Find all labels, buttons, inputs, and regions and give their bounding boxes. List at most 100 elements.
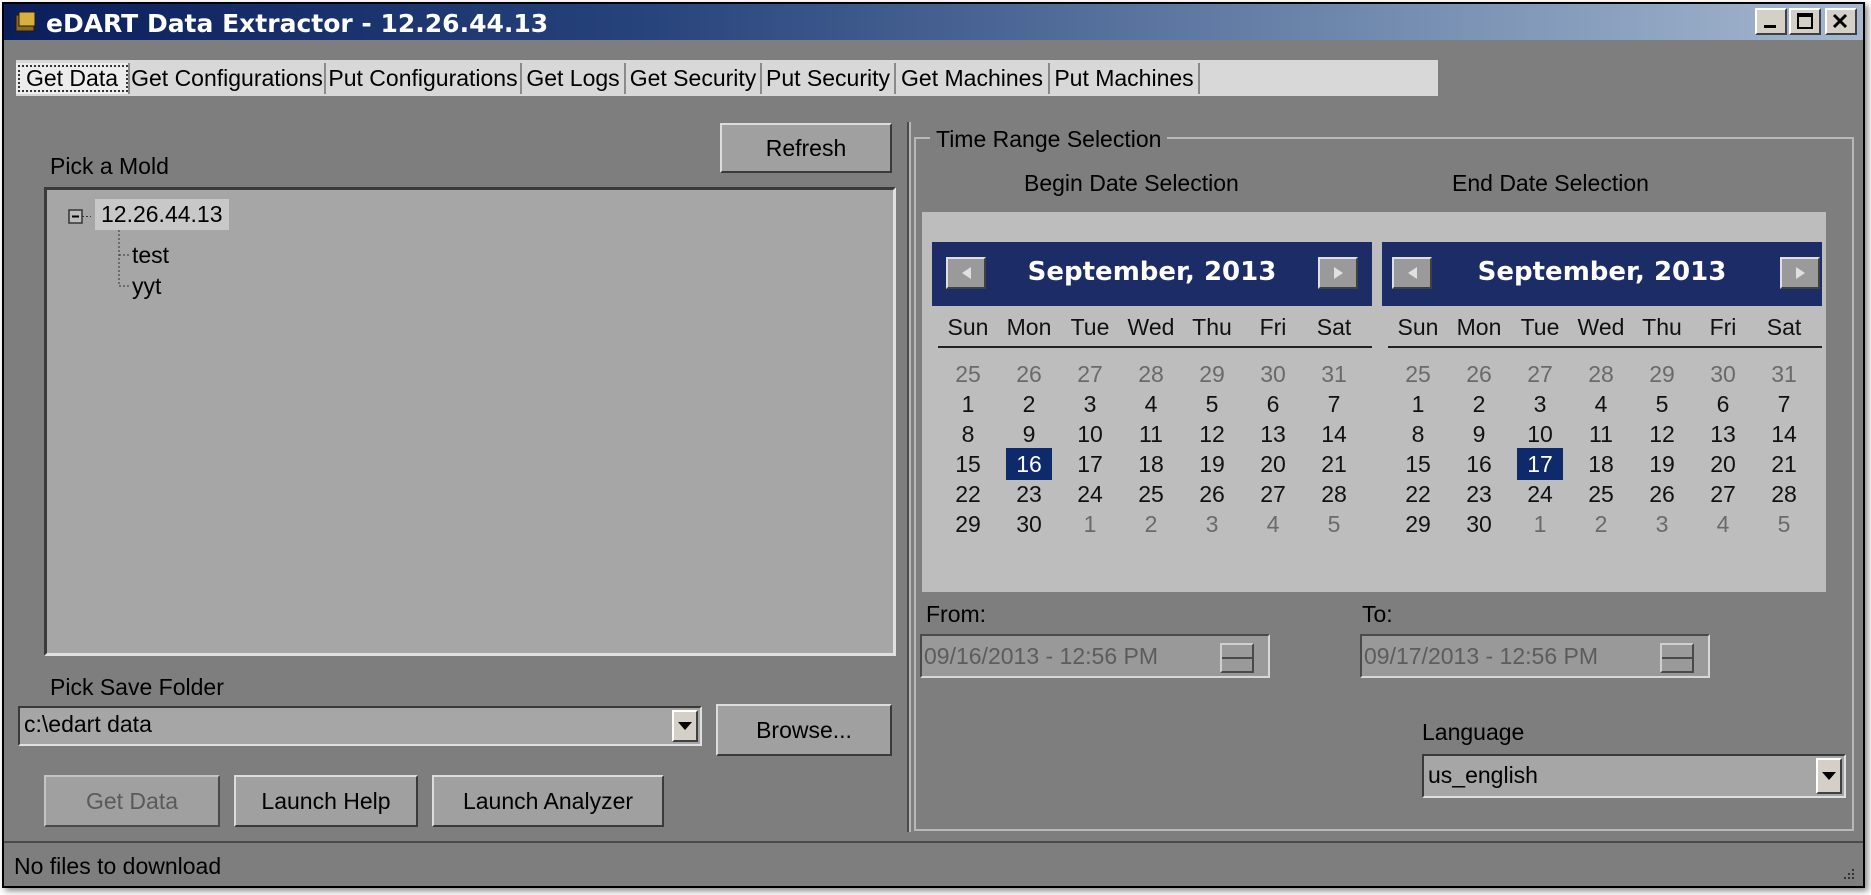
calendar-day[interactable]: 25 <box>945 358 991 390</box>
next-month-button[interactable] <box>1780 257 1820 289</box>
calendar-day[interactable]: 7 <box>1311 388 1357 420</box>
calendar-day[interactable]: 24 <box>1067 478 1113 510</box>
calendar-day[interactable]: 6 <box>1250 388 1296 420</box>
calendar-day[interactable]: 28 <box>1128 358 1174 390</box>
calendar-day[interactable]: 5 <box>1311 508 1357 540</box>
calendar-day[interactable]: 5 <box>1189 388 1235 420</box>
calendar-day[interactable]: 26 <box>1006 358 1052 390</box>
calendar-day[interactable]: 19 <box>1639 448 1685 480</box>
calendar-day-selected[interactable]: 17 <box>1517 448 1563 480</box>
calendar-day[interactable]: 21 <box>1311 448 1357 480</box>
calendar-day[interactable]: 14 <box>1311 418 1357 450</box>
calendar-day[interactable]: 27 <box>1067 358 1113 390</box>
calendar-day[interactable]: 1 <box>1517 508 1563 540</box>
calendar-day[interactable]: 30 <box>1006 508 1052 540</box>
calendar-day[interactable]: 23 <box>1456 478 1502 510</box>
calendar-day[interactable]: 29 <box>1639 358 1685 390</box>
calendar-day[interactable]: 29 <box>945 508 991 540</box>
to-datetime-picker[interactable]: 09/17/2013 - 12:56 PM <box>1360 634 1710 678</box>
calendar-day[interactable]: 8 <box>945 418 991 450</box>
calendar-day[interactable]: 31 <box>1311 358 1357 390</box>
spinner-icon[interactable] <box>1660 643 1694 673</box>
tab-put-configurations[interactable]: Put Configurations <box>326 63 522 94</box>
calendar-day[interactable]: 12 <box>1189 418 1235 450</box>
close-button[interactable] <box>1825 8 1857 35</box>
save-folder-combo[interactable]: c:\edart data <box>18 706 702 746</box>
calendar-day[interactable]: 8 <box>1395 418 1441 450</box>
calendar-day[interactable]: 30 <box>1700 358 1746 390</box>
resize-grip-icon[interactable] <box>1839 864 1857 882</box>
tab-get-security[interactable]: Get Security <box>626 63 762 94</box>
tab-put-machines[interactable]: Put Machines <box>1050 63 1200 94</box>
calendar-day[interactable]: 2 <box>1006 388 1052 420</box>
launch-help-button[interactable]: Launch Help <box>234 775 418 827</box>
calendar-day[interactable]: 16 <box>1456 448 1502 480</box>
calendar-day[interactable]: 11 <box>1128 418 1174 450</box>
calendar-day[interactable]: 9 <box>1456 418 1502 450</box>
calendar-day[interactable]: 26 <box>1189 478 1235 510</box>
begin-calendar[interactable]: September, 2013 Sun Mon Tue Wed Thu Fri Sat 25 2… <box>932 242 1372 537</box>
calendar-day[interactable]: 5 <box>1761 508 1807 540</box>
tab-put-security[interactable]: Put Security <box>762 63 896 94</box>
tab-get-configurations[interactable]: Get Configurations <box>130 63 326 94</box>
chevron-down-icon[interactable] <box>672 710 698 742</box>
tab-get-logs[interactable]: Get Logs <box>522 63 626 94</box>
calendar-day[interactable]: 26 <box>1639 478 1685 510</box>
calendar-day[interactable]: 24 <box>1517 478 1563 510</box>
launch-analyzer-button[interactable]: Launch Analyzer <box>432 775 664 827</box>
calendar-day[interactable]: 3 <box>1067 388 1113 420</box>
calendar-day[interactable]: 5 <box>1639 388 1685 420</box>
calendar-day[interactable]: 22 <box>945 478 991 510</box>
calendar-day[interactable]: 10 <box>1517 418 1563 450</box>
calendar-day[interactable]: 29 <box>1189 358 1235 390</box>
calendar-day[interactable]: 13 <box>1700 418 1746 450</box>
calendar-day[interactable]: 17 <box>1067 448 1113 480</box>
calendar-day[interactable]: 11 <box>1578 418 1624 450</box>
calendar-day[interactable]: 19 <box>1189 448 1235 480</box>
calendar-day[interactable]: 1 <box>945 388 991 420</box>
calendar-day[interactable]: 20 <box>1250 448 1296 480</box>
calendar-day[interactable]: 29 <box>1395 508 1441 540</box>
calendar-day[interactable]: 4 <box>1578 388 1624 420</box>
calendar-day-selected[interactable]: 16 <box>1006 448 1052 480</box>
calendar-day[interactable]: 7 <box>1761 388 1807 420</box>
calendar-day[interactable]: 27 <box>1250 478 1296 510</box>
calendar-day[interactable]: 22 <box>1395 478 1441 510</box>
calendar-day[interactable]: 21 <box>1761 448 1807 480</box>
tree-root-node[interactable]: 12.26.44.13 <box>95 199 229 230</box>
calendar-day[interactable]: 9 <box>1006 418 1052 450</box>
calendar-day[interactable]: 14 <box>1761 418 1807 450</box>
calendar-day[interactable]: 28 <box>1311 478 1357 510</box>
calendar-day[interactable]: 18 <box>1578 448 1624 480</box>
calendar-day[interactable]: 10 <box>1067 418 1113 450</box>
calendar-day[interactable]: 27 <box>1517 358 1563 390</box>
calendar-day[interactable]: 26 <box>1456 358 1502 390</box>
calendar-day[interactable]: 25 <box>1395 358 1441 390</box>
calendar-day[interactable]: 18 <box>1128 448 1174 480</box>
calendar-day[interactable]: 25 <box>1128 478 1174 510</box>
calendar-day[interactable]: 28 <box>1761 478 1807 510</box>
maximize-button[interactable] <box>1789 8 1821 35</box>
browse-button[interactable]: Browse... <box>716 704 892 756</box>
minimize-button[interactable] <box>1755 8 1787 35</box>
calendar-day[interactable]: 12 <box>1639 418 1685 450</box>
from-datetime-picker[interactable]: 09/16/2013 - 12:56 PM <box>920 634 1270 678</box>
calendar-day[interactable]: 3 <box>1189 508 1235 540</box>
calendar-day[interactable]: 31 <box>1761 358 1807 390</box>
language-combo[interactable]: us_english <box>1422 754 1846 798</box>
spinner-icon[interactable] <box>1220 643 1254 673</box>
calendar-day[interactable]: 15 <box>1395 448 1441 480</box>
get-data-button[interactable]: Get Data <box>44 775 220 827</box>
calendar-day[interactable]: 30 <box>1250 358 1296 390</box>
calendar-day[interactable]: 13 <box>1250 418 1296 450</box>
calendar-day[interactable]: 1 <box>1067 508 1113 540</box>
calendar-day[interactable]: 2 <box>1578 508 1624 540</box>
next-month-button[interactable] <box>1318 257 1358 289</box>
calendar-day[interactable]: 3 <box>1517 388 1563 420</box>
title-bar[interactable]: eDART Data Extractor - 12.26.44.13 <box>4 4 1863 40</box>
calendar-day[interactable]: 3 <box>1639 508 1685 540</box>
calendar-day[interactable]: 30 <box>1456 508 1502 540</box>
calendar-day[interactable]: 23 <box>1006 478 1052 510</box>
refresh-button[interactable]: Refresh <box>720 123 892 173</box>
calendar-day[interactable]: 25 <box>1578 478 1624 510</box>
